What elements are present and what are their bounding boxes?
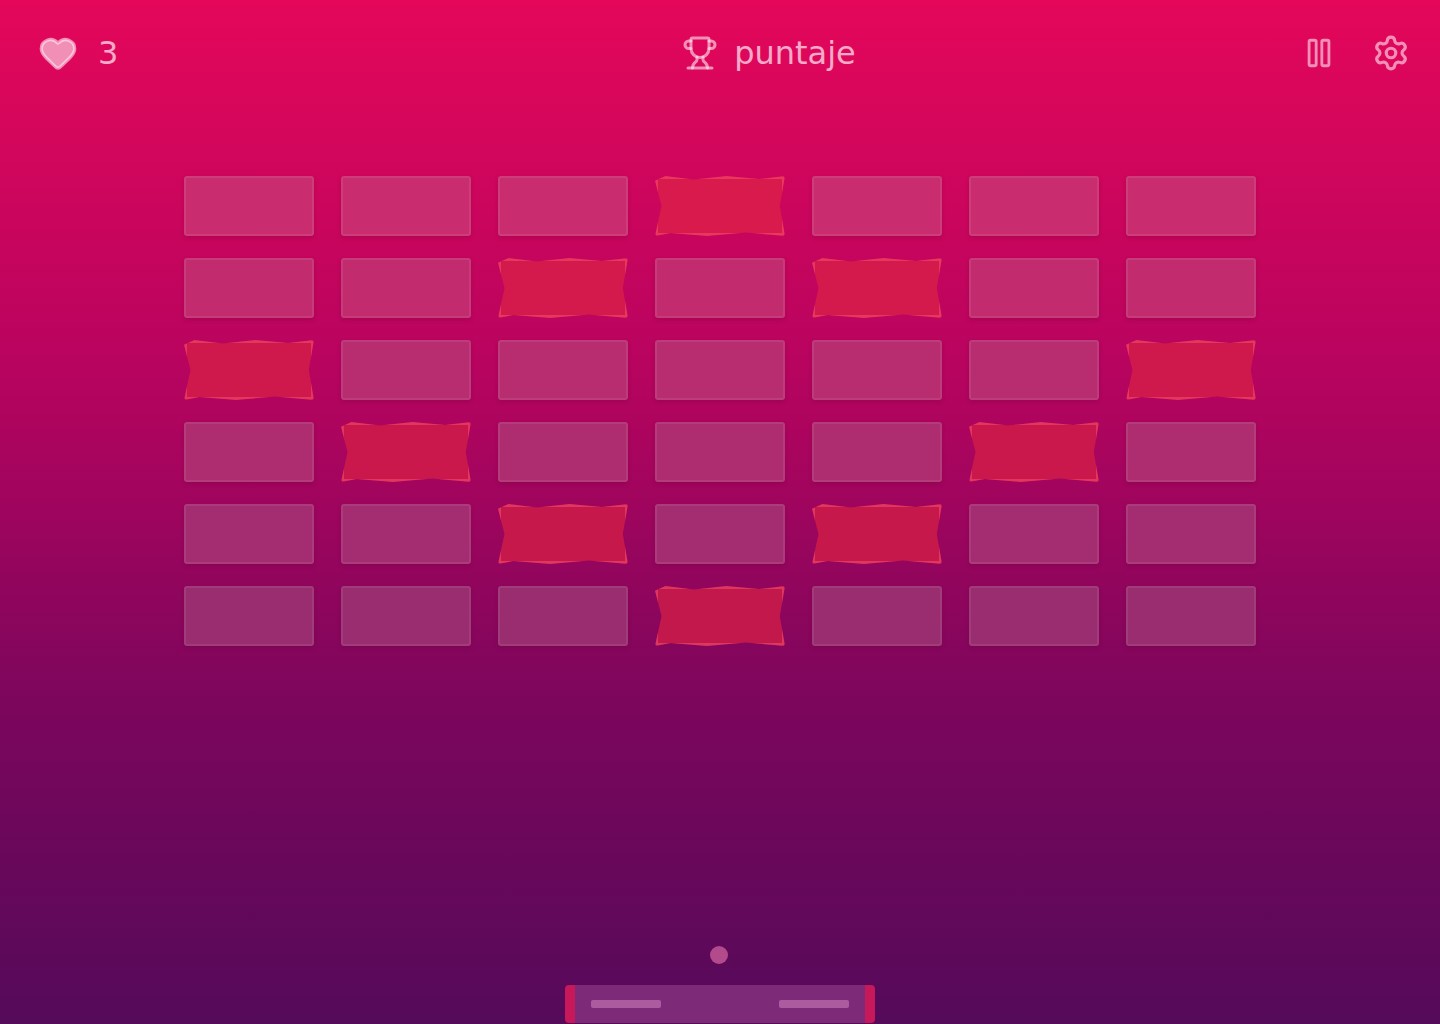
paddle-stripe — [591, 1000, 661, 1008]
brick — [498, 504, 628, 564]
lives-count: 3 — [98, 34, 118, 72]
brick — [498, 586, 628, 646]
brick — [1126, 258, 1256, 318]
brick — [184, 586, 314, 646]
lives: 3 — [38, 33, 198, 73]
pause-icon — [1302, 36, 1336, 70]
brick — [341, 586, 471, 646]
brick — [184, 258, 314, 318]
brick — [341, 422, 471, 482]
hud: 3 puntaje — [0, 0, 1440, 106]
brick — [341, 504, 471, 564]
brick — [812, 176, 942, 236]
paddle-stripe — [779, 1000, 849, 1008]
brick — [655, 422, 785, 482]
brick — [969, 504, 1099, 564]
heart-icon — [38, 33, 78, 73]
brick — [655, 176, 785, 236]
brick — [655, 586, 785, 646]
brick — [1126, 176, 1256, 236]
score-label: puntaje — [734, 34, 856, 72]
brick — [184, 176, 314, 236]
brick — [969, 422, 1099, 482]
brick — [498, 176, 628, 236]
trophy-icon — [682, 35, 718, 71]
score: puntaje — [682, 34, 856, 72]
brick — [341, 340, 471, 400]
brick — [969, 340, 1099, 400]
brick — [1126, 504, 1256, 564]
brick — [812, 340, 942, 400]
brick — [184, 340, 314, 400]
settings-button[interactable] — [1372, 34, 1410, 72]
brick — [812, 258, 942, 318]
brick — [969, 176, 1099, 236]
brick — [184, 504, 314, 564]
brick — [1126, 586, 1256, 646]
brick — [498, 258, 628, 318]
brick — [341, 176, 471, 236]
pause-button[interactable] — [1302, 36, 1336, 70]
brick — [655, 340, 785, 400]
brick — [1126, 422, 1256, 482]
brick — [812, 422, 942, 482]
brick — [1126, 340, 1256, 400]
ball — [710, 946, 728, 964]
controls — [1250, 34, 1410, 72]
brick — [498, 340, 628, 400]
brick — [655, 504, 785, 564]
brick — [184, 422, 314, 482]
gear-icon — [1372, 34, 1410, 72]
brick — [341, 258, 471, 318]
brick — [498, 422, 628, 482]
brick — [969, 258, 1099, 318]
brick-grid — [184, 176, 1256, 646]
paddle[interactable] — [565, 985, 875, 1023]
brick — [812, 504, 942, 564]
game-screen: 3 puntaje — [0, 0, 1440, 1024]
brick — [969, 586, 1099, 646]
brick — [812, 586, 942, 646]
brick — [655, 258, 785, 318]
